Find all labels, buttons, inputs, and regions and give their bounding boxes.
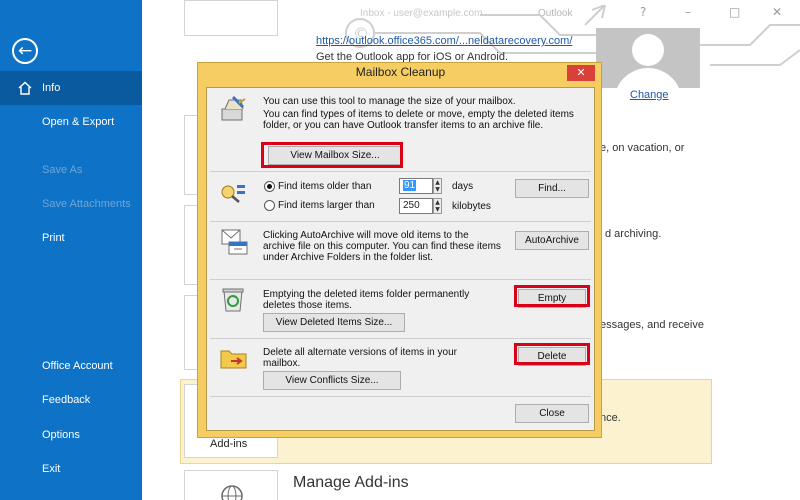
owa-link[interactable]: https://outlook.office365.com/...neldata… <box>316 35 572 47</box>
days-value: 91 <box>403 180 417 191</box>
nav-item-label: Office Account <box>42 360 113 372</box>
nav-item-label: Save Attachments <box>42 198 131 210</box>
auto-reply-text: e, on vacation, or <box>600 142 685 154</box>
nav-item-label: Feedback <box>42 394 91 406</box>
kilobytes-value: 250 <box>403 200 420 211</box>
view-deleted-items-size-button[interactable]: View Deleted Items Size... <box>263 313 405 332</box>
section-divider <box>210 279 591 280</box>
section-divider <box>210 338 591 339</box>
profile-picture <box>596 28 700 88</box>
nav-item-print[interactable]: Print <box>0 221 142 255</box>
nav-item-exit[interactable]: Exit <box>0 452 142 486</box>
larger-than-label: Find items larger than <box>278 200 375 211</box>
nav-item-office-account[interactable]: Office Account <box>0 349 142 383</box>
section-divider <box>210 221 591 222</box>
nav-item-label: Save As <box>42 164 83 176</box>
kilobytes-unit-label: kilobytes <box>452 201 491 212</box>
autoarchive-button[interactable]: AutoArchive <box>515 231 589 250</box>
arrow-left-icon: ← <box>18 41 33 61</box>
days-unit-label: days <box>452 181 474 192</box>
mailbox-cleanup-icon <box>221 95 246 121</box>
manage-addins-title: Manage Add-ins <box>293 474 409 491</box>
dialog-body: You can use this tool to manage the size… <box>206 87 595 431</box>
nav-item-open-export[interactable]: Open & Export <box>0 105 142 139</box>
nav-item-label: Open & Export <box>42 116 115 128</box>
nav-item-label: Print <box>42 232 65 244</box>
nav-item-feedback[interactable]: Feedback <box>0 383 142 417</box>
globe-icon <box>221 485 243 500</box>
nav-item-save-attachments: Save Attachments <box>0 187 142 221</box>
kilobytes-input[interactable]: 250 <box>399 198 433 214</box>
conflicts-folder-icon <box>220 350 247 369</box>
archiving-text: d archiving. <box>605 228 662 240</box>
conflicts-description: Delete all alternate versions of items i… <box>263 347 457 369</box>
highlight-box <box>261 142 403 168</box>
backstage-nav: ← Info Open & Export Save As Save Attach… <box>0 0 142 500</box>
recycle-bin-icon <box>222 288 244 312</box>
account-card <box>184 0 278 36</box>
nav-item-save-as: Save As <box>0 153 142 187</box>
kilobytes-stepper[interactable]: ▲ ▼ <box>433 198 442 214</box>
change-photo-link[interactable]: Change <box>630 89 669 101</box>
dialog-close-button[interactable]: ✕ <box>567 65 595 81</box>
rules-text: essages, and receive <box>600 319 704 331</box>
back-button[interactable]: ← <box>12 38 38 64</box>
larger-than-radio[interactable] <box>264 200 275 211</box>
home-icon <box>18 81 32 95</box>
section-divider <box>210 396 591 397</box>
days-stepper[interactable]: ▲ ▼ <box>433 178 442 194</box>
addins-label: Add-ins <box>210 438 248 450</box>
highlight-box <box>514 343 590 365</box>
highlight-box <box>514 285 590 307</box>
empty-deleted-description: Emptying the deleted items folder perman… <box>263 289 470 311</box>
nav-item-label: Options <box>42 429 80 441</box>
section-divider <box>210 171 591 172</box>
older-than-label: Find items older than <box>278 181 372 192</box>
nav-item-label: Exit <box>42 463 61 475</box>
days-input[interactable]: 91 <box>399 178 433 194</box>
older-than-radio[interactable] <box>264 181 275 192</box>
nav-item-label: Info <box>42 82 61 94</box>
mailbox-cleanup-dialog: Mailbox Cleanup ✕ You can use this tool … <box>197 62 602 438</box>
find-button[interactable]: Find... <box>515 179 589 198</box>
manage-addins-card[interactable] <box>184 470 278 500</box>
dialog-title: Mailbox Cleanup <box>355 65 446 79</box>
intro-description: You can find types of items to delete or… <box>263 109 574 131</box>
close-dialog-button[interactable]: Close <box>515 404 589 423</box>
autoarchive-description: Clicking AutoArchive will move old items… <box>263 230 501 263</box>
autoarchive-icon <box>221 229 248 255</box>
addins-text: nce. <box>600 412 621 424</box>
nav-item-info[interactable]: Info <box>0 71 142 105</box>
view-conflicts-size-button[interactable]: View Conflicts Size... <box>263 371 401 390</box>
nav-item-options[interactable]: Options <box>0 418 142 452</box>
find-items-icon <box>221 185 245 203</box>
intro-text: You can use this tool to manage the size… <box>263 96 516 107</box>
